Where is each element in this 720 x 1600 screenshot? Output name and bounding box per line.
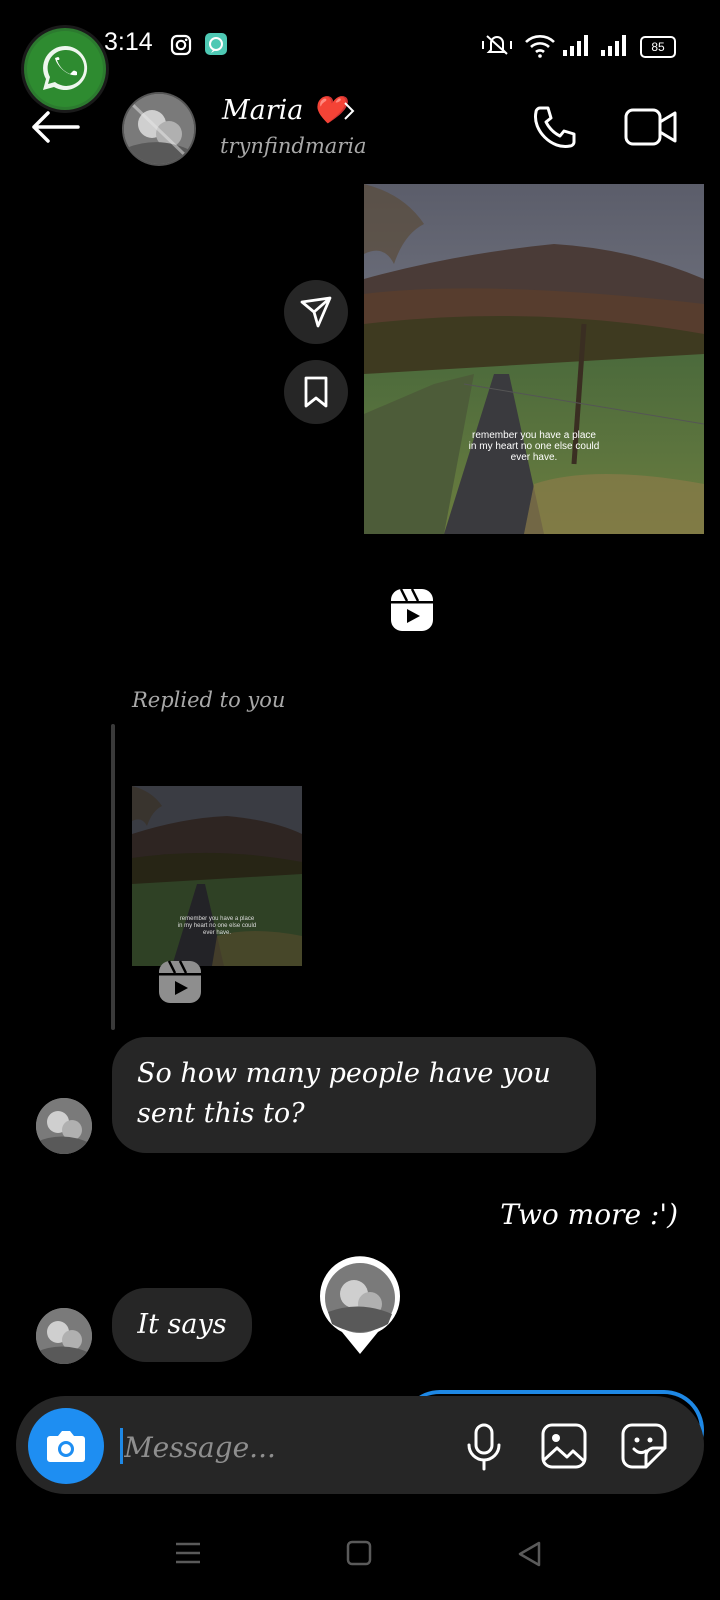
back-arrow-icon[interactable]: [30, 110, 80, 148]
replied-label: Replied to you: [132, 688, 286, 712]
battery-icon: 85: [640, 36, 676, 58]
reply-caption-line: ever have.: [202, 930, 232, 936]
sticker-icon[interactable]: [620, 1422, 668, 1474]
post-caption-line: in my heart no one else could: [468, 441, 600, 452]
replied-reel-thumbnail[interactable]: remember you have a place in my heart no…: [132, 786, 302, 966]
instagram-icon: [170, 34, 192, 60]
mute-vibrate-icon: [480, 32, 514, 62]
reply-divider: [111, 724, 115, 1030]
avatar[interactable]: [36, 1098, 92, 1154]
contact-username[interactable]: trynfindmaria: [220, 134, 367, 158]
camera-button[interactable]: [28, 1408, 104, 1484]
reels-icon: [158, 960, 202, 1008]
home-nav-icon[interactable]: [346, 1540, 372, 1570]
gallery-icon[interactable]: [540, 1422, 588, 1474]
shared-reel-thumbnail[interactable]: remember you have a place in my heart no…: [364, 184, 704, 534]
seen-avatar-pin: [318, 1256, 402, 1360]
contact-name[interactable]: Maria ❤️: [222, 94, 346, 126]
reply-caption-line: in my heart no one else could: [177, 923, 257, 929]
chevron-right-icon[interactable]: [342, 100, 356, 126]
share-button[interactable]: [284, 280, 348, 344]
reels-icon: [390, 588, 434, 636]
phone-icon[interactable]: [530, 104, 578, 156]
message-bubble[interactable]: So how many people have you sent this to…: [112, 1037, 596, 1153]
bookmark-icon: [304, 376, 328, 408]
save-button[interactable]: [284, 360, 348, 424]
microphone-icon[interactable]: [464, 1422, 504, 1476]
wifi-icon: [524, 32, 556, 62]
status-time: 3:14: [104, 28, 153, 56]
avatar[interactable]: [124, 94, 194, 164]
text-cursor: [120, 1428, 123, 1464]
signal-icon: [562, 34, 590, 60]
avatar[interactable]: [36, 1308, 92, 1364]
menu-nav-icon[interactable]: [174, 1540, 202, 1570]
camera-icon: [47, 1431, 85, 1462]
chat-app-icon: [204, 32, 228, 60]
send-icon: [300, 296, 332, 328]
whatsapp-bubble-icon[interactable]: [24, 28, 106, 110]
message-text: It says: [137, 1309, 227, 1340]
sent-message-text[interactable]: Two more :'): [500, 1198, 678, 1231]
signal-icon: [600, 34, 628, 60]
back-nav-icon[interactable]: [516, 1540, 542, 1572]
post-caption-line: remember you have a place: [472, 430, 596, 441]
video-call-icon[interactable]: [624, 106, 678, 152]
message-input[interactable]: [122, 1418, 446, 1476]
reply-caption-line: remember you have a place: [179, 916, 255, 922]
message-text: So how many people have you sent this to…: [137, 1058, 551, 1129]
message-bubble[interactable]: It says: [112, 1288, 252, 1362]
post-caption-line: ever have.: [510, 452, 558, 463]
